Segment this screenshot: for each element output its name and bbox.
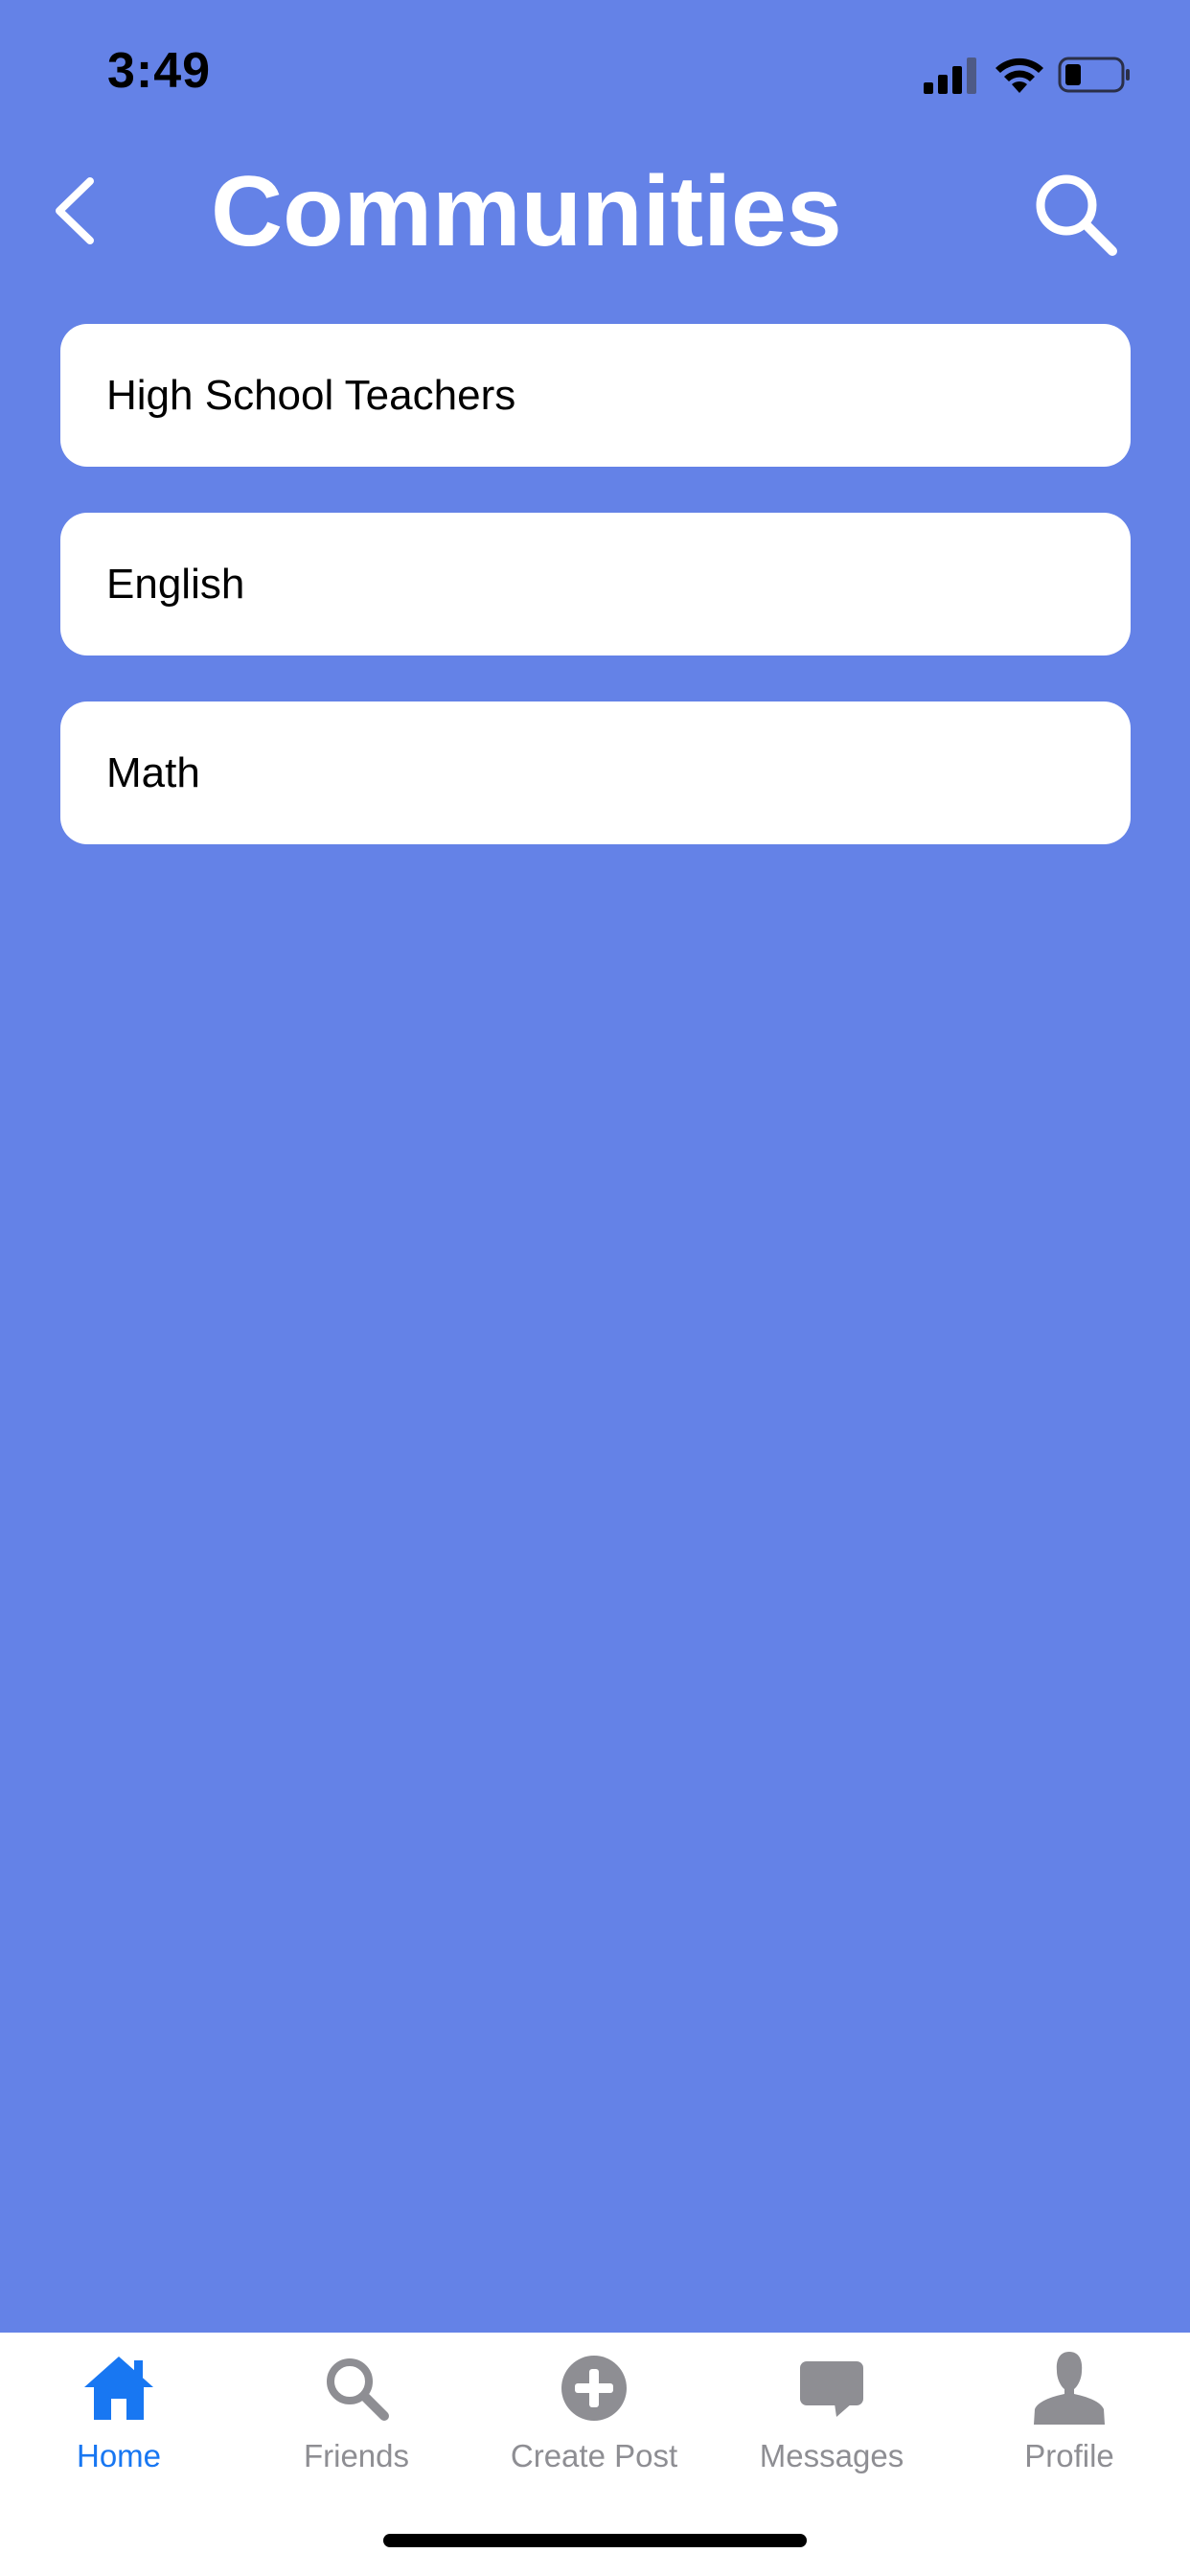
- search-icon: [318, 2350, 395, 2426]
- status-icons: [924, 54, 1133, 96]
- status-time: 3:49: [107, 43, 212, 99]
- back-button[interactable]: [46, 172, 103, 249]
- search-button[interactable]: [1032, 171, 1118, 257]
- tab-label: Home: [76, 2438, 162, 2473]
- community-item-high-school-teachers[interactable]: High School Teachers: [60, 324, 1131, 467]
- tab-profile[interactable]: Profile: [950, 2350, 1188, 2494]
- person-icon: [1031, 2350, 1108, 2426]
- battery-icon: [1058, 57, 1130, 93]
- cellular-signal-icon: [924, 58, 976, 94]
- status-bar: 3:49: [0, 0, 1190, 144]
- home-icon: [80, 2350, 157, 2426]
- community-name: English: [106, 560, 245, 608]
- community-item-math[interactable]: Math: [60, 702, 1131, 844]
- message-bubble-icon: [793, 2350, 870, 2426]
- tab-label: Create Post: [510, 2438, 678, 2473]
- tab-create-post[interactable]: Create Post: [475, 2350, 713, 2494]
- page-title: Communities: [211, 156, 842, 267]
- tab-label: Friends: [303, 2438, 410, 2473]
- chevron-left-icon: [56, 177, 94, 244]
- tab-home[interactable]: Home: [0, 2350, 238, 2494]
- tab-label: Messages: [759, 2438, 904, 2473]
- home-indicator: [383, 2534, 807, 2547]
- tab-messages[interactable]: Messages: [713, 2350, 950, 2494]
- wifi-icon: [995, 58, 1043, 93]
- community-name: Math: [106, 748, 200, 796]
- plus-circle-icon: [556, 2350, 632, 2426]
- community-name: High School Teachers: [106, 371, 516, 419]
- community-item-english[interactable]: English: [60, 513, 1131, 656]
- search-icon: [1036, 174, 1117, 256]
- nav-header: Communities: [0, 144, 1190, 278]
- tab-friends[interactable]: Friends: [238, 2350, 475, 2494]
- tab-label: Profile: [1024, 2438, 1114, 2473]
- community-list: High School Teachers English Math: [60, 324, 1131, 890]
